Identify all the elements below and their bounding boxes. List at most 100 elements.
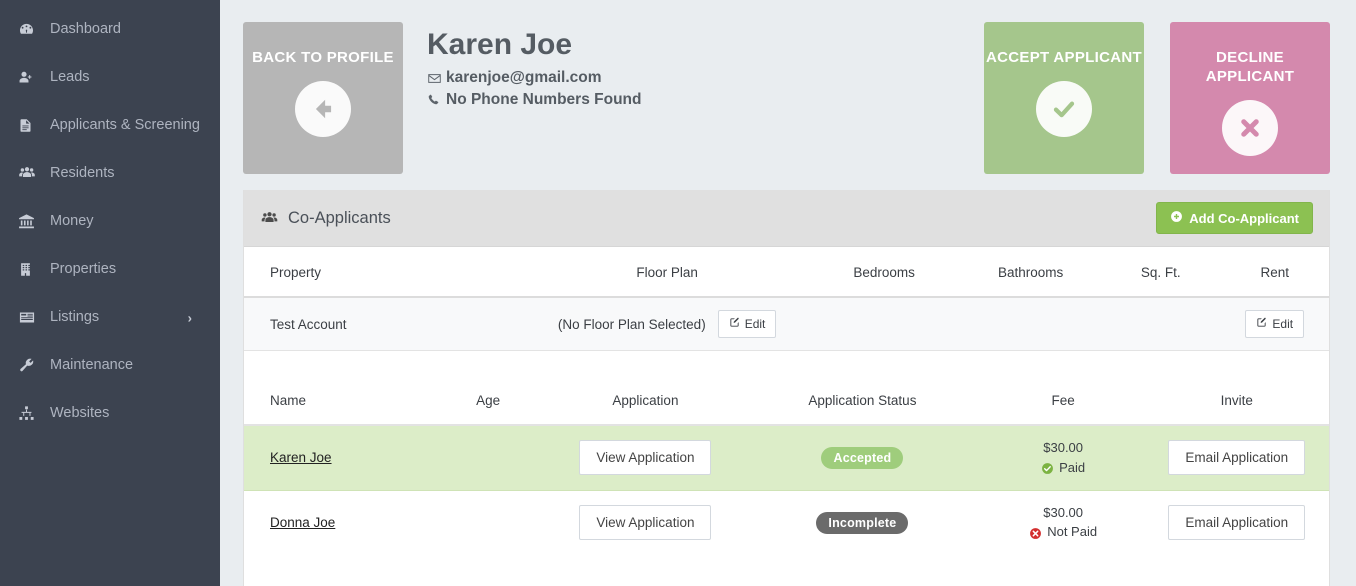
column-header-application-status: Application Status (743, 375, 982, 426)
wrench-icon (18, 357, 44, 374)
times-circle-icon (1029, 526, 1042, 539)
header-action-tiles: ACCEPT APPLICANT DECLINE APPLICANT (984, 22, 1330, 174)
column-header-floor-plan: Floor Plan (526, 247, 809, 298)
fee-amount: $30.00 (1043, 504, 1084, 520)
accept-applicant-button[interactable]: ACCEPT APPLICANT (984, 22, 1144, 174)
table-row: Donna Joe View Application Incomplete $3… (244, 490, 1329, 554)
view-application-button[interactable]: View Application (579, 505, 712, 541)
cell-rent: Edit (1220, 297, 1329, 351)
accept-applicant-label: ACCEPT APPLICANT (986, 49, 1142, 66)
cell-application: View Application (547, 424, 744, 491)
sidebar-item-applicants-screening[interactable]: Applicants & Screening (0, 106, 220, 145)
check-circle-icon (1041, 461, 1054, 474)
sidebar-item-label: Websites (50, 405, 110, 422)
applicant-name-link[interactable]: Donna Joe (270, 515, 335, 530)
sidebar-item-websites[interactable]: Websites (0, 394, 220, 433)
cell-property: Test Account (270, 316, 347, 332)
bank-icon (18, 213, 44, 230)
column-header-age: Age (428, 375, 548, 426)
fee-status: Not Paid (1029, 522, 1097, 542)
sidebar-item-residents[interactable]: Residents (0, 154, 220, 193)
applicant-phone: No Phone Numbers Found (446, 91, 642, 108)
cell-application: View Application (548, 490, 743, 554)
applicants-table: Name Age Application Application Status … (244, 375, 1329, 555)
decline-applicant-button[interactable]: DECLINE APPLICANT (1170, 22, 1330, 174)
co-applicants-panel-header: Co-Applicants Add Co-Applicant (244, 190, 1329, 247)
floor-plan-value: (No Floor Plan Selected) (557, 316, 706, 332)
check-circle-icon (1036, 81, 1092, 138)
panel-title-label: Co-Applicants (288, 208, 391, 227)
cell-application-status: Accepted (743, 424, 982, 491)
cell-application-status: Incomplete (743, 490, 982, 554)
email-application-button[interactable]: Email Application (1168, 440, 1306, 476)
times-circle-icon (1222, 100, 1278, 157)
cell-sqft (1101, 297, 1220, 351)
fee-amount: $30.00 (1043, 440, 1084, 455)
sidebar-item-leads[interactable]: Leads (0, 58, 220, 97)
column-header-name: Name (244, 375, 429, 426)
applicant-phone-line: No Phone Numbers Found (427, 91, 984, 109)
user-plus-icon (18, 69, 44, 86)
sidebar-item-dashboard[interactable]: Dashboard (0, 10, 220, 49)
sidebar-item-label: Leads (50, 69, 90, 86)
view-application-button[interactable]: View Application (579, 440, 712, 476)
sidebar-item-properties[interactable]: Properties (0, 250, 220, 289)
fee-status: Paid (1041, 458, 1085, 478)
applicants-table-header-row: Name Age Application Application Status … (244, 375, 1329, 426)
email-application-button[interactable]: Email Application (1168, 505, 1306, 541)
cell-name: Karen Joe (244, 424, 429, 491)
applicant-header: BACK TO PROFILE Karen Joe karenjoe@gmail… (220, 0, 1356, 190)
applicant-email-line: karenjoe@gmail.com (427, 69, 984, 87)
sidebar-item-label: Dashboard (50, 21, 121, 37)
column-header-fee: Fee (981, 375, 1145, 426)
arrow-left-circle-icon (295, 81, 351, 138)
table-row: Test Account (No Floor Plan Selected) Ed… (244, 297, 1329, 351)
edit-floor-plan-button[interactable]: Edit (717, 310, 777, 338)
property-table-wrap: Property Floor Plan Bedrooms Bathrooms S… (244, 247, 1329, 375)
edit-floor-plan-label: Edit (744, 317, 766, 331)
column-header-application: Application (547, 375, 744, 426)
status-badge: Accepted (821, 446, 904, 469)
sidebar-item-label: Applicants & Screening (50, 117, 200, 134)
column-header-bathrooms: Bathrooms (960, 247, 1102, 298)
phone-icon (427, 93, 446, 107)
cell-fee: $30.00 Paid (981, 424, 1145, 491)
status-badge: Incomplete (816, 511, 909, 534)
sidebar-item-label: Money (50, 213, 94, 230)
cell-invite: Email Application (1144, 424, 1329, 491)
column-header-invite: Invite (1144, 375, 1329, 426)
cell-invite: Email Application (1145, 490, 1329, 554)
cell-age (428, 490, 547, 554)
sidebar-item-maintenance[interactable]: Maintenance (0, 346, 220, 385)
back-to-profile-label: BACK TO PROFILE (252, 49, 394, 66)
applicant-info: Karen Joe karenjoe@gmail.com No Phone Nu… (403, 22, 984, 113)
building-icon (18, 261, 44, 278)
applicant-name-link[interactable]: Karen Joe (270, 450, 332, 465)
edit-pencil-icon (729, 317, 740, 331)
sidebar-item-label: Maintenance (50, 357, 134, 374)
applicant-email: karenjoe@gmail.com (446, 69, 602, 86)
sidebar: Dashboard Leads Applicants & Screening R… (0, 0, 220, 586)
list-icon (18, 309, 44, 326)
chevron-right-icon[interactable]: › (188, 310, 192, 325)
sidebar-item-listings[interactable]: Listings › (0, 298, 220, 337)
cell-floor-plan: (No Floor Plan Selected) Edit (526, 297, 808, 351)
sidebar-item-label: Properties (50, 261, 117, 278)
column-header-rent: Rent (1220, 247, 1329, 298)
back-to-profile-button[interactable]: BACK TO PROFILE (243, 22, 403, 174)
document-icon (18, 117, 44, 134)
column-header-bedrooms: Bedrooms (808, 247, 961, 298)
cell-name: Donna Joe (244, 490, 428, 554)
sitemap-icon (18, 405, 44, 422)
add-co-applicant-button[interactable]: Add Co-Applicant (1156, 202, 1313, 234)
property-table: Property Floor Plan Bedrooms Bathrooms S… (244, 247, 1329, 351)
edit-rent-button[interactable]: Edit (1245, 310, 1305, 338)
sidebar-item-money[interactable]: Money (0, 202, 220, 241)
